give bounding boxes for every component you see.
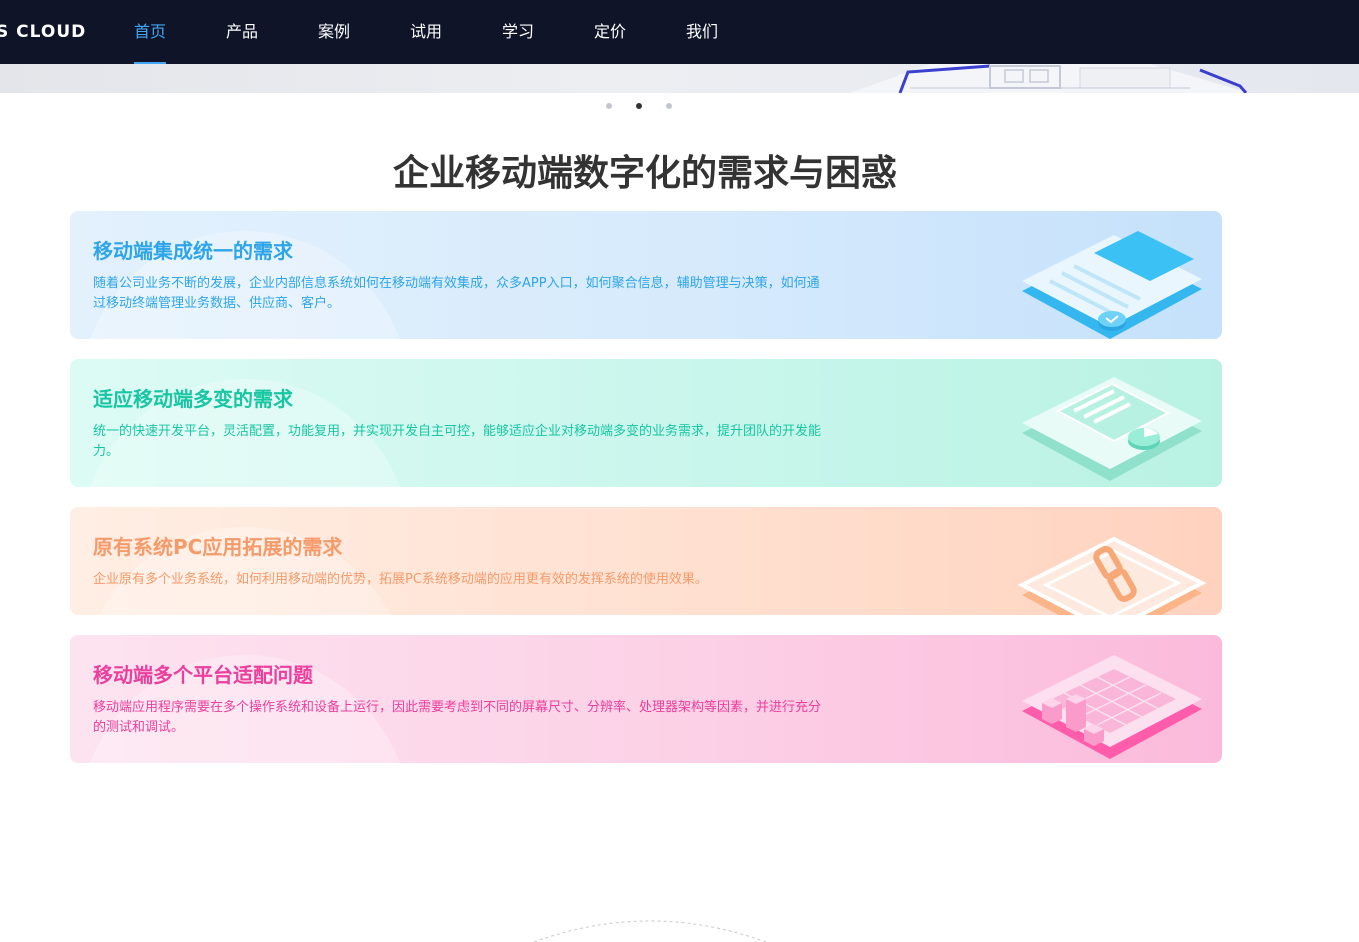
card-multi-platform: 移动端多个平台适配问题 移动端应用程序需要在多个操作系统和设备上运行，因此需要考…	[70, 635, 1222, 763]
nav-item-pricing[interactable]: 定价	[594, 0, 686, 64]
carousel-dot[interactable]	[666, 103, 672, 109]
card-adaptability: 适应移动端多变的需求 统一的快速开发平台，灵活配置，功能复用，并实现开发自主可控…	[70, 359, 1222, 487]
document-chart-icon	[1022, 231, 1202, 339]
card-description: 移动端应用程序需要在多个操作系统和设备上运行，因此需要考虑到不同的屏幕尺寸、分辨…	[93, 700, 822, 735]
banner-illustration	[850, 64, 1250, 93]
nav-item-cases[interactable]: 案例	[318, 0, 410, 64]
carousel-dot[interactable]	[606, 103, 612, 109]
card-title: 移动端集成统一的需求	[93, 239, 293, 263]
grid-blocks-icon	[1022, 655, 1202, 759]
main-nav: 首页 产品 案例 试用 学习 定价 我们	[134, 0, 778, 64]
card-pc-extension: 原有系统PC应用拓展的需求 企业原有多个业务系统，如何利用移动端的优势，拓展PC…	[70, 507, 1222, 615]
brand-logo[interactable]: S CLOUD	[0, 22, 86, 42]
card-description: 企业原有多个业务系统，如何利用移动端的优势，拓展PC系统移动端的应用更有效的发挥…	[93, 572, 708, 587]
card-description: 随着公司业务不断的发展，企业内部信息系统如何在移动端有效集成，众多APP入口，如…	[93, 276, 820, 311]
top-navigation-bar: S CLOUD 首页 产品 案例 试用 学习 定价 我们	[0, 0, 1359, 64]
card-title: 适应移动端多变的需求	[93, 387, 293, 411]
carousel-indicators	[606, 103, 672, 109]
card-title: 移动端多个平台适配问题	[93, 663, 313, 687]
nav-item-about[interactable]: 我们	[686, 0, 778, 64]
card-integration: 移动端集成统一的需求 随着公司业务不断的发展，企业内部信息系统如何在移动端有效集…	[70, 211, 1222, 339]
section-title: 企业移动端数字化的需求与困惑	[392, 153, 897, 194]
card-title: 原有系统PC应用拓展的需求	[93, 535, 343, 559]
dashboard-window-icon	[1022, 377, 1202, 481]
hero-banner	[0, 64, 1359, 93]
carousel-dot-active[interactable]	[636, 103, 642, 109]
decorative-arc	[533, 920, 767, 942]
nav-item-learn[interactable]: 学习	[502, 0, 594, 64]
card-description: 统一的快速开发平台，灵活配置，功能复用，并实现开发自主可控，能够适应企业对移动端…	[93, 424, 822, 459]
chain-link-icon	[1018, 536, 1207, 615]
nav-item-products[interactable]: 产品	[226, 0, 318, 64]
nav-item-home[interactable]: 首页	[134, 0, 226, 64]
nav-item-trial[interactable]: 试用	[410, 0, 502, 64]
